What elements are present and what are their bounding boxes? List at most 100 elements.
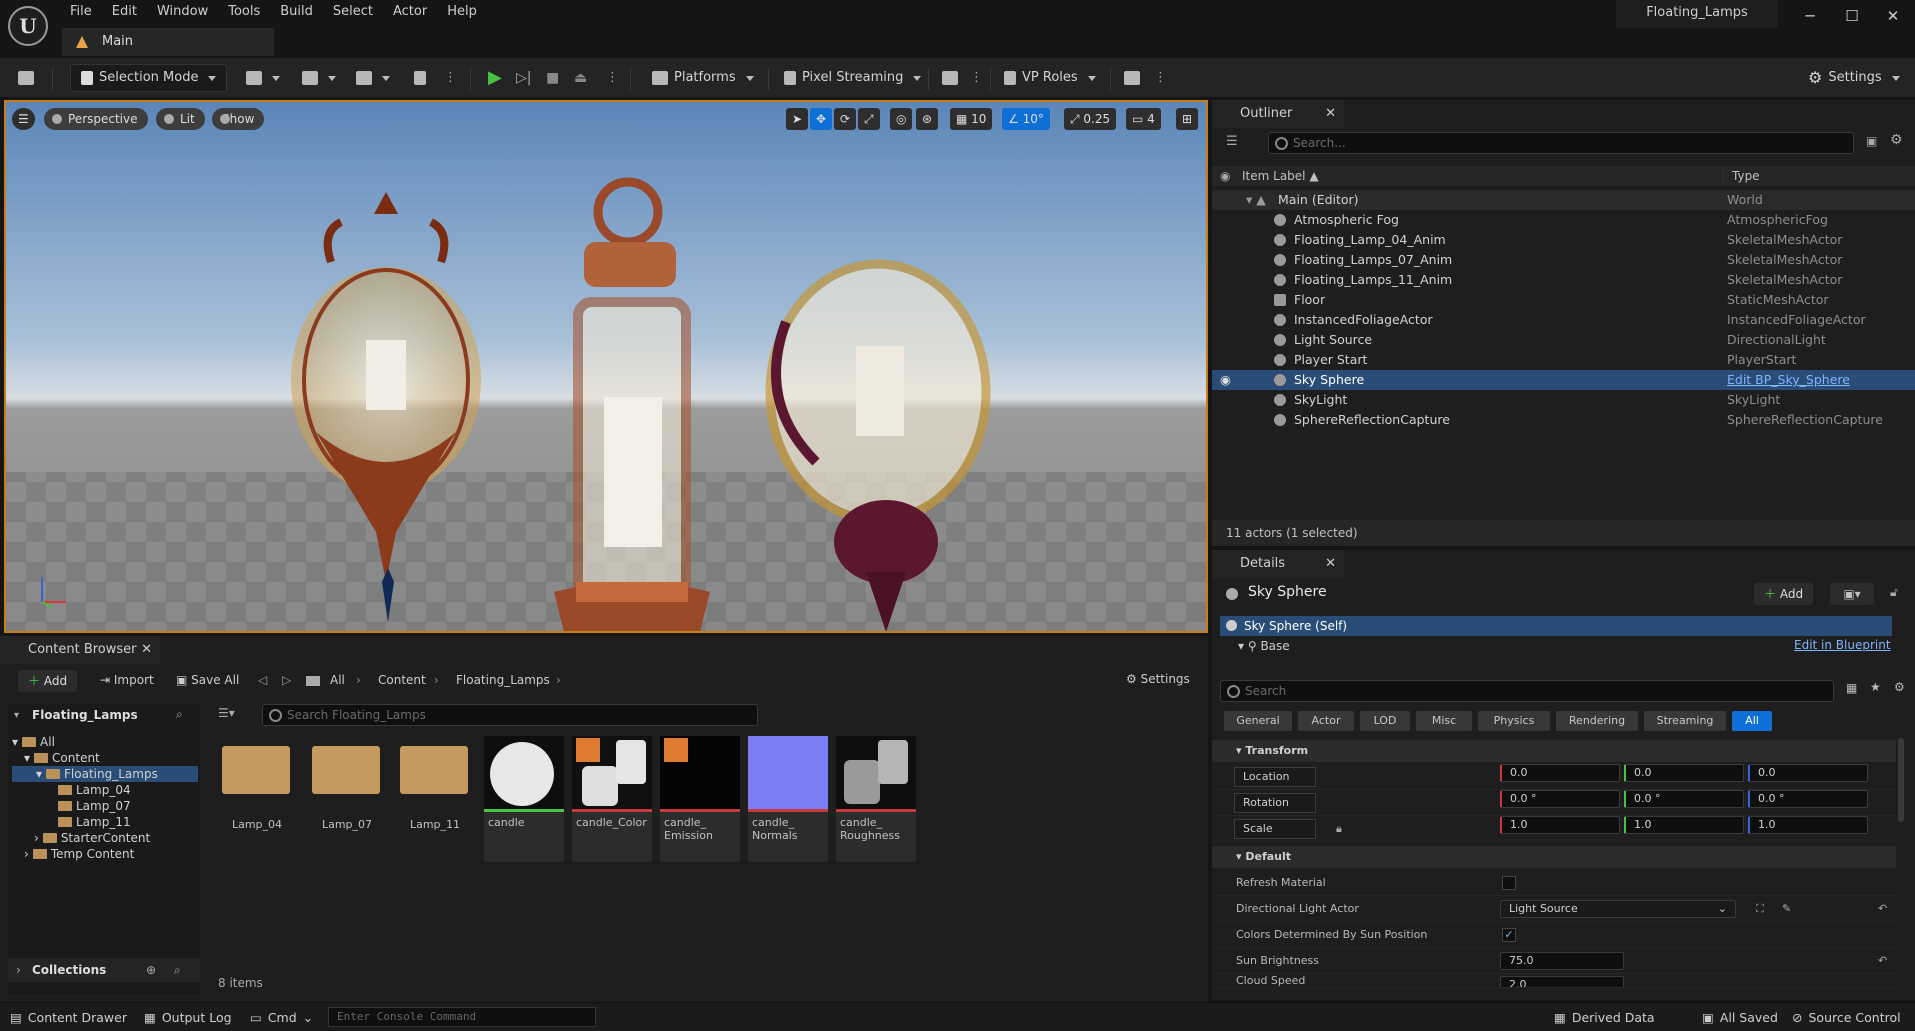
search-icon[interactable]: ⌕ bbox=[174, 958, 181, 982]
close-icon[interactable]: ✕ bbox=[1878, 4, 1908, 28]
add-actor-button[interactable] bbox=[246, 64, 280, 92]
crumb-all[interactable]: All bbox=[330, 673, 345, 687]
rotation-y[interactable]: 0.0 ° bbox=[1624, 790, 1744, 808]
output-log-button[interactable]: ▦ Output Log bbox=[144, 1008, 232, 1028]
vp-roles-button[interactable]: VP Roles bbox=[1004, 64, 1096, 92]
reset-icon[interactable]: ↶ bbox=[1878, 948, 1887, 974]
edit-in-blueprint-link[interactable]: Edit in Blueprint bbox=[1794, 638, 1891, 652]
menu-window[interactable]: Window bbox=[147, 0, 218, 24]
menu-actor[interactable]: Actor bbox=[383, 0, 437, 24]
tree-item-lamp-04[interactable]: Lamp_04 bbox=[58, 782, 131, 798]
add-collection-icon[interactable]: ⊕ bbox=[146, 958, 156, 982]
column-type[interactable]: Type bbox=[1723, 169, 1760, 183]
vp-more-icon[interactable]: ⋮ bbox=[970, 64, 983, 92]
modeling-icon[interactable] bbox=[414, 64, 426, 92]
asset-folder-lamp-11[interactable]: Lamp_11 bbox=[398, 736, 478, 862]
scale-dropdown[interactable]: Scale bbox=[1234, 819, 1316, 839]
lock-icon[interactable]: 🔓︎ bbox=[1890, 585, 1898, 600]
asset-candle-roughness[interactable]: candle_ Roughness bbox=[836, 736, 916, 862]
tree-item-temp-content[interactable]: › Temp Content bbox=[24, 846, 134, 862]
step-icon[interactable]: ▷| bbox=[516, 64, 531, 92]
sun-brightness-input[interactable]: 75.0 bbox=[1500, 952, 1624, 970]
tree-item-lamp-07[interactable]: Lamp_07 bbox=[58, 798, 131, 814]
asset-folder-lamp-04[interactable]: Lamp_04 bbox=[220, 736, 300, 862]
favorite-star-icon[interactable]: ★ bbox=[1870, 680, 1881, 694]
component-base[interactable]: ▾ ⚲ Base bbox=[1238, 636, 1290, 656]
eject-icon[interactable]: ⏏ bbox=[574, 64, 587, 92]
refresh-material-checkbox[interactable] bbox=[1502, 876, 1516, 890]
sources-header[interactable]: Floating_Lamps bbox=[32, 708, 138, 722]
lit-button[interactable]: Lit bbox=[156, 108, 205, 130]
location-dropdown[interactable]: Location bbox=[1234, 767, 1316, 787]
table-view-icon[interactable]: ▦ bbox=[1846, 681, 1857, 695]
save-icon[interactable] bbox=[18, 64, 34, 92]
forward-icon[interactable]: ▷ bbox=[282, 673, 291, 687]
menu-tools[interactable]: Tools bbox=[218, 0, 270, 24]
blueprint-button[interactable] bbox=[302, 64, 336, 92]
surface-snap-icon[interactable]: ⊛ bbox=[916, 108, 939, 130]
unreal-logo-icon[interactable]: U bbox=[8, 6, 48, 46]
more-options-icon[interactable]: ⋮ bbox=[444, 64, 457, 92]
minimize-icon[interactable]: ─ bbox=[1795, 4, 1825, 28]
stop-icon[interactable]: ■ bbox=[546, 64, 559, 92]
filter-streaming[interactable]: Streaming bbox=[1644, 711, 1726, 731]
filter-physics[interactable]: Physics bbox=[1478, 711, 1550, 731]
rotation-dropdown[interactable]: Rotation bbox=[1234, 793, 1316, 813]
outliner-row[interactable]: Light Source DirectionalLight bbox=[1212, 330, 1915, 350]
details-search-input[interactable]: Search bbox=[1220, 680, 1834, 702]
outliner-row[interactable]: Floating_Lamps_11_Anim SkeletalMeshActor bbox=[1212, 270, 1915, 290]
transform-section[interactable]: ▾ Transform bbox=[1212, 740, 1896, 762]
scale-lock-icon[interactable]: 🔒︎ bbox=[1336, 816, 1342, 842]
rotate-icon[interactable]: ⟳ bbox=[834, 108, 857, 130]
menu-build[interactable]: Build bbox=[270, 0, 323, 24]
outliner-row[interactable]: Player Start PlayerStart bbox=[1212, 350, 1915, 370]
outliner-row-selected[interactable]: ◉ Sky Sphere Edit BP_Sky_Sphere bbox=[1212, 370, 1915, 390]
play-options-icon[interactable]: ⋮ bbox=[606, 64, 619, 92]
menu-file[interactable]: File bbox=[60, 0, 102, 24]
blueprint-options-button[interactable]: ▣▾ bbox=[1830, 583, 1874, 605]
cinematics-button[interactable] bbox=[356, 64, 390, 92]
viewport-menu-icon[interactable]: ☰ bbox=[12, 108, 35, 130]
add-button[interactable]: ＋ Add bbox=[18, 670, 78, 692]
visibility-icon[interactable]: ◉ bbox=[1220, 169, 1230, 183]
back-icon[interactable]: ◁ bbox=[258, 673, 267, 687]
colors-by-sun-checkbox[interactable]: ✓ bbox=[1502, 928, 1516, 942]
cloud-speed-input[interactable]: 2.0 bbox=[1500, 976, 1624, 987]
level-tab[interactable]: Main bbox=[62, 28, 274, 56]
multi-user-more-icon[interactable]: ⋮ bbox=[1154, 64, 1167, 92]
select-actor-icon[interactable]: ⛶ bbox=[1756, 896, 1764, 922]
filter-lod[interactable]: LOD bbox=[1360, 711, 1410, 731]
viewport-layout-icon[interactable]: ⊞ bbox=[1176, 108, 1199, 130]
close-icon[interactable]: ✕ bbox=[1325, 100, 1336, 128]
multi-user-icon[interactable] bbox=[1124, 64, 1140, 92]
close-icon[interactable]: ✕ bbox=[1325, 550, 1336, 578]
scale-icon[interactable]: ⤢ bbox=[858, 108, 880, 130]
outliner-row[interactable]: Floating_Lamps_07_Anim SkeletalMeshActor bbox=[1212, 250, 1915, 270]
rotation-x[interactable]: 0.0 ° bbox=[1500, 790, 1620, 808]
pixel-streaming-button[interactable]: Pixel Streaming bbox=[784, 64, 921, 92]
column-item-label[interactable]: Item Label ▲ bbox=[1242, 169, 1319, 183]
filter-icon[interactable]: ☰▾ bbox=[218, 706, 235, 720]
platforms-button[interactable]: Platforms bbox=[652, 64, 754, 92]
default-section[interactable]: ▾ Default bbox=[1212, 846, 1896, 868]
tree-item-floating-lamps[interactable]: ▾ Floating_Lamps bbox=[12, 766, 198, 782]
component-self[interactable]: Sky Sphere (Self) bbox=[1220, 616, 1892, 636]
scale-y[interactable]: 1.0 bbox=[1624, 816, 1744, 834]
save-all-button[interactable]: ▣ Save All bbox=[176, 673, 239, 687]
outliner-settings-icon[interactable]: ⚙ bbox=[1890, 132, 1903, 148]
maximize-icon[interactable]: ☐ bbox=[1837, 4, 1867, 28]
location-x[interactable]: 0.0 bbox=[1500, 764, 1620, 782]
reset-icon[interactable]: ↶ bbox=[1878, 896, 1887, 922]
asset-search-input[interactable]: Search Floating_Lamps bbox=[262, 704, 758, 726]
edit-blueprint-link[interactable]: Edit BP_Sky_Sphere bbox=[1727, 370, 1850, 390]
rotation-snap-button[interactable]: ∠ 10° bbox=[1002, 108, 1050, 130]
cb-settings-button[interactable]: ⚙ Settings bbox=[1126, 672, 1190, 686]
filter-icon[interactable]: ☰ bbox=[1226, 134, 1238, 149]
new-folder-icon[interactable]: ▣ bbox=[1866, 134, 1877, 148]
tree-item-all[interactable]: ▾ All bbox=[12, 734, 55, 750]
outliner-search-input[interactable]: Search... bbox=[1268, 132, 1854, 154]
derived-data-button[interactable]: ▦ Derived Data bbox=[1554, 1008, 1655, 1028]
visibility-icon[interactable]: ◉ bbox=[1220, 370, 1231, 390]
asset-candle-mesh[interactable]: candle bbox=[484, 736, 564, 862]
content-drawer-button[interactable]: ▤ Content Drawer bbox=[10, 1008, 127, 1028]
